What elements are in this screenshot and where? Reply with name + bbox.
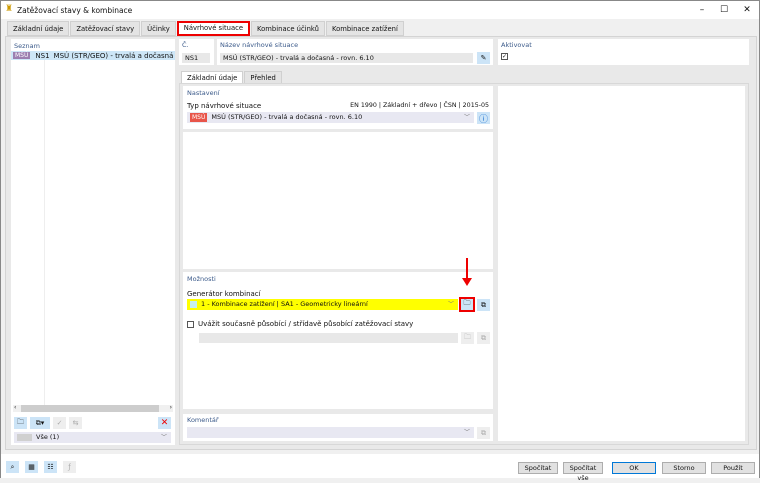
minimize-button[interactable]: – <box>695 4 709 16</box>
type-badge: MSÚ <box>190 113 208 122</box>
function-icon[interactable]: ƒ <box>63 461 76 473</box>
comment-box: Komentář ﹀ ⧉ <box>183 414 493 441</box>
arrow-annotation <box>466 258 468 280</box>
type-value: MSÚ (STR/GEO) - trvalá a dočasná - rovn.… <box>211 113 363 121</box>
maximize-button[interactable]: ☐ <box>717 4 731 16</box>
settings-heading: Nastavení <box>187 89 220 97</box>
ok-button[interactable]: OK <box>612 462 656 474</box>
delete-icon[interactable]: ✕ <box>158 417 171 429</box>
new-generator-button[interactable]: 🗀 <box>459 297 475 312</box>
options-heading: Možnosti <box>187 275 216 283</box>
comment-field[interactable]: ﹀ <box>187 427 474 438</box>
search-icon[interactable]: ⌕ <box>6 461 19 473</box>
generator-label: Generátor kombinací <box>187 290 261 298</box>
settings-box: Nastavení Typ návrhové situace EN 1990 |… <box>183 86 493 129</box>
new-disabled-button[interactable]: 🗀 <box>461 332 474 344</box>
number-field[interactable]: NS1 <box>182 53 210 63</box>
list-label: Seznam <box>14 42 40 50</box>
edit-disabled-button[interactable]: ⧉ <box>477 332 490 344</box>
tab-load-cases[interactable]: Zatěžovací stavy <box>70 21 141 36</box>
chevron-down-icon: ﹀ <box>160 434 167 441</box>
activate-checkbox[interactable]: ✓ <box>501 53 508 60</box>
edit-name-icon[interactable]: ✎ <box>477 52 490 64</box>
options-box: Možnosti Generátor kombinací 1 - Kombina… <box>183 272 493 409</box>
uncheck-button[interactable]: ⇆ <box>69 417 82 429</box>
copy-item-button[interactable]: ⧉▾ <box>30 417 50 429</box>
chevron-down-icon: ﹀ <box>463 114 470 121</box>
standard-text: EN 1990 | Základní + dřevo | ČSN | 2015-… <box>350 102 489 109</box>
tab-actions[interactable]: Účinky <box>141 21 176 36</box>
edit-generator-button[interactable]: ⧉ <box>477 299 490 311</box>
name-box: Název návrhové situace MSÚ (STR/GEO) - t… <box>217 39 493 65</box>
list-item-name: MSÚ (STR/GEO) - trvalá a dočasná - rovn.… <box>53 51 175 60</box>
list-panel: Seznam MSÚ NS1 MSÚ (STR/GEO) - trvalá a … <box>11 39 175 445</box>
cancel-button[interactable]: Storno <box>662 462 706 474</box>
arrow-head-icon <box>462 278 472 286</box>
filter-select[interactable]: Vše (1) ﹀ <box>14 432 171 443</box>
scrollbar-thumb[interactable] <box>21 405 159 412</box>
simultaneous-field[interactable] <box>199 333 458 343</box>
app-icon: ♜ <box>5 4 14 14</box>
horizontal-scrollbar[interactable]: ‹ › <box>13 404 173 412</box>
simultaneous-label[interactable]: Uvážit současně působící / střídavě půso… <box>198 320 413 328</box>
chevron-down-icon: ﹀ <box>447 301 454 308</box>
activate-label: Aktivovat <box>501 41 532 49</box>
tab-design-situations[interactable]: Návrhové situace <box>176 21 251 36</box>
main-tabs: Základní údaje Zatěžovací stavy Účinky N… <box>7 21 405 36</box>
generator-select[interactable]: 1 - Kombinace zatížení | SA1 - Geometric… <box>187 299 458 310</box>
type-select[interactable]: MSÚ MSÚ (STR/GEO) - trvalá a dočasná - r… <box>187 112 474 123</box>
tab-action-combinations[interactable]: Kombinace účinků <box>251 21 325 36</box>
tab-load-combinations[interactable]: Kombinace zatížení <box>325 21 404 36</box>
table-icon[interactable]: ▦ <box>25 461 38 473</box>
type-label: Typ návrhové situace <box>187 102 262 110</box>
window-title: Zatěžovací stavy & kombinace <box>17 5 133 15</box>
name-field[interactable]: MSÚ (STR/GEO) - trvalá a dočasná - rovn.… <box>220 53 473 63</box>
name-label: Název návrhové situace <box>220 41 299 49</box>
close-button[interactable]: ✕ <box>740 4 754 16</box>
list-item-badge: MSÚ <box>13 52 31 59</box>
empty-box <box>183 132 493 269</box>
tab-basic[interactable]: Základní údaje <box>7 21 70 36</box>
generator-value: 1 - Kombinace zatížení | SA1 - Geometric… <box>201 300 368 308</box>
calculate-all-button[interactable]: Spočítat vše <box>563 462 603 482</box>
activate-box: Aktivovat ✓ <box>498 39 749 65</box>
list-item-id: NS1 <box>35 51 50 60</box>
filter-value: Vše (1) <box>36 433 60 441</box>
comment-label: Komentář <box>187 416 219 424</box>
comment-library-button[interactable]: ⧉ <box>477 427 490 439</box>
calculate-button[interactable]: Spočítat <box>518 462 558 474</box>
number-label: Č. <box>182 41 189 49</box>
simultaneous-checkbox[interactable] <box>187 320 194 328</box>
new-item-button[interactable]: 🗀 <box>14 417 27 429</box>
info-icon[interactable]: ⓘ <box>477 112 490 125</box>
tree-icon[interactable]: ☷ <box>44 461 57 473</box>
apply-button[interactable]: Použít <box>711 462 755 474</box>
list-item[interactable]: MSÚ NS1 MSÚ (STR/GEO) - trvalá a dočasná… <box>11 51 175 60</box>
title-bar: ♜ Zatěžovací stavy & kombinace – ☐ ✕ <box>1 1 759 19</box>
check-all-button[interactable]: ✓ <box>53 417 66 429</box>
preview-box <box>498 86 745 441</box>
number-box: Č. NS1 <box>179 39 214 65</box>
